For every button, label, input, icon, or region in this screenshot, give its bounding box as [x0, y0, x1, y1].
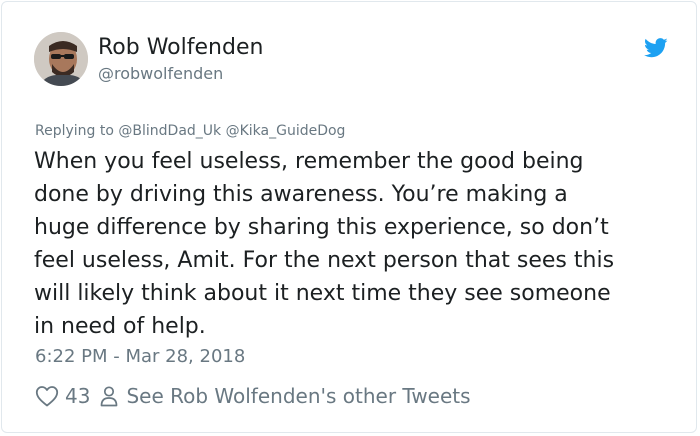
like-count: 43	[65, 384, 91, 408]
tweet-actions: 43 See Rob Wolfenden's other Tweets	[35, 382, 471, 410]
other-tweets-link[interactable]: See Rob Wolfenden's other Tweets	[100, 384, 471, 408]
twitter-bird-icon[interactable]	[644, 38, 668, 58]
avatar[interactable]	[34, 32, 88, 86]
tweet-timestamp[interactable]: 6:22 PM - Mar 28, 2018	[35, 346, 245, 368]
author-display-name[interactable]: Rob Wolfenden	[98, 35, 263, 61]
avatar-image	[34, 32, 88, 86]
tweet-card: Rob Wolfenden @robwolfenden Replying to …	[1, 1, 697, 433]
reply-mention-link[interactable]: @Kika_GuideDog	[226, 123, 346, 139]
heart-icon	[35, 386, 59, 407]
author-handle[interactable]: @robwolfenden	[98, 64, 223, 84]
reply-mention-link[interactable]: @BlindDad_Uk	[118, 123, 221, 139]
reply-context: Replying to @BlindDad_Uk @Kika_GuideDog	[35, 122, 345, 140]
person-icon	[101, 386, 118, 407]
other-tweets-label: See Rob Wolfenden's other Tweets	[126, 384, 471, 408]
like-button[interactable]: 43	[35, 384, 90, 408]
reply-prefix: Replying to	[35, 123, 114, 139]
tweet-text: When you feel useless, remember the good…	[34, 149, 615, 339]
